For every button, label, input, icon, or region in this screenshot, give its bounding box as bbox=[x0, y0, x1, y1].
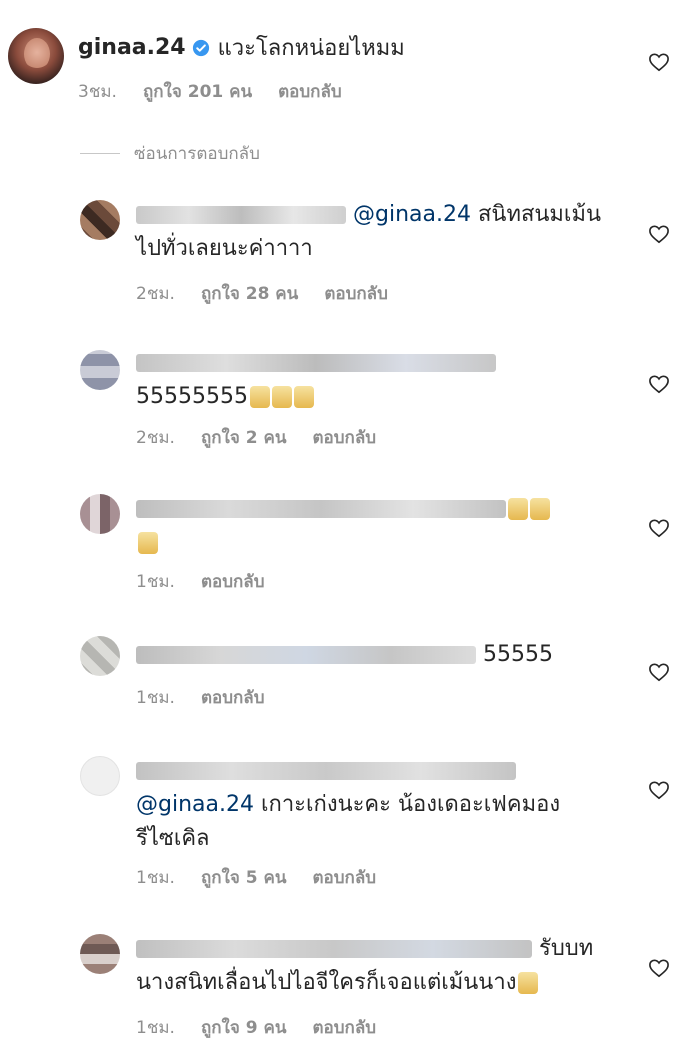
likes-count[interactable]: ถูกใจ 5 คน bbox=[201, 864, 287, 891]
reply-line: 55555555 bbox=[136, 380, 496, 414]
reply-button[interactable]: ตอบกลับ bbox=[324, 280, 388, 307]
likes-count[interactable]: ถูกใจ 2 คน bbox=[201, 424, 287, 451]
timestamp: 1ชม. bbox=[136, 572, 175, 592]
timestamp: 1ชม. bbox=[136, 688, 175, 708]
emoji-icon bbox=[271, 386, 292, 408]
hide-replies-toggle[interactable]: ซ่อนการตอบกลับ bbox=[80, 140, 260, 167]
heart-outline-icon[interactable] bbox=[648, 374, 670, 394]
reply-meta: 2ชม. ถูกใจ 28 คน ตอบกลับ bbox=[136, 280, 414, 307]
comment-meta: 3ชม. ถูกใจ 201 คน ตอบกลับ bbox=[78, 78, 368, 105]
blurred-username bbox=[136, 500, 506, 518]
timestamp: 3ชม. bbox=[78, 82, 117, 102]
reply-content: 55555 bbox=[136, 638, 553, 672]
mention-link[interactable]: @ginaa.24 bbox=[136, 792, 254, 817]
reply-text: 55555 bbox=[483, 642, 553, 667]
verified-badge-icon bbox=[192, 39, 209, 56]
reply-item: 55555 1ชม. ตอบกลับ bbox=[0, 636, 700, 716]
reply-item: @ginaa.24 สนิทสนมเม้น ไปทั่วเลยนะค่าาาา … bbox=[0, 196, 700, 306]
emoji-icon bbox=[508, 498, 528, 520]
avatar[interactable] bbox=[80, 756, 120, 796]
reply-button[interactable]: ตอบกลับ bbox=[312, 864, 376, 891]
reply-text: รับบท bbox=[539, 936, 594, 961]
timestamp: 2ชม. bbox=[136, 284, 175, 304]
reply-meta: 2ชม. ถูกใจ 2 คน ตอบกลับ bbox=[136, 424, 402, 451]
reply-text-line2: นางสนิทเลื่อนไปไอจีใครก็เจอแต่เม้นนาง bbox=[136, 970, 517, 995]
reply-line: รับบท bbox=[136, 932, 593, 966]
reply-text: สนิทสนมเม้น bbox=[477, 202, 601, 227]
reply-content: 55555555 bbox=[136, 346, 496, 414]
blurred-username bbox=[136, 646, 476, 664]
divider bbox=[80, 153, 120, 154]
blurred-username bbox=[136, 762, 516, 780]
reply-line bbox=[136, 492, 550, 526]
reply-meta: 1ชม. ถูกใจ 9 คน ตอบกลับ bbox=[136, 1014, 402, 1041]
likes-count[interactable]: ถูกใจ 201 คน bbox=[143, 78, 252, 105]
blurred-username bbox=[136, 940, 532, 958]
heart-outline-icon[interactable] bbox=[648, 780, 670, 800]
reply-meta: 1ชม. ถูกใจ 5 คน ตอบกลับ bbox=[136, 864, 402, 891]
reply-line bbox=[136, 754, 560, 788]
heart-outline-icon[interactable] bbox=[648, 224, 670, 244]
username[interactable]: ginaa.24 bbox=[78, 35, 186, 60]
likes-count[interactable]: ถูกใจ 28 คน bbox=[201, 280, 298, 307]
reply-content bbox=[136, 492, 550, 560]
blurred-username bbox=[136, 206, 346, 224]
reply-button[interactable]: ตอบกลับ bbox=[201, 568, 265, 595]
reply-text-line3: รีไซเคิล bbox=[136, 826, 210, 851]
reply-line: นางสนิทเลื่อนไปไอจีใครก็เจอแต่เม้นนาง bbox=[136, 966, 593, 1000]
reply-item: 1ชม. ตอบกลับ bbox=[0, 490, 700, 600]
heart-outline-icon[interactable] bbox=[648, 662, 670, 682]
likes-count[interactable]: ถูกใจ 9 คน bbox=[201, 1014, 287, 1041]
emoji-icon bbox=[249, 386, 270, 408]
reply-content: รับบท นางสนิทเลื่อนไปไอจีใครก็เจอแต่เม้น… bbox=[136, 932, 593, 1000]
emoji-icon bbox=[518, 972, 539, 994]
heart-outline-icon[interactable] bbox=[648, 52, 670, 72]
reply-content: @ginaa.24 เกาะเก่งนะคะ น้องเดอะเฟคมอง รี… bbox=[136, 754, 560, 856]
blurred-username bbox=[136, 354, 496, 372]
mention-link[interactable]: @ginaa.24 bbox=[353, 202, 471, 227]
timestamp: 1ชม. bbox=[136, 1018, 175, 1038]
reply-button[interactable]: ตอบกลับ bbox=[312, 1014, 376, 1041]
emoji-icon bbox=[293, 386, 314, 408]
reply-line: @ginaa.24 สนิทสนมเม้น bbox=[136, 198, 601, 232]
emoji-icon bbox=[530, 498, 550, 520]
avatar[interactable] bbox=[80, 200, 120, 240]
reply-meta: 1ชม. ตอบกลับ bbox=[136, 568, 291, 595]
comment-text: แวะโลกหน่อยไหมม bbox=[217, 36, 405, 61]
timestamp: 1ชม. bbox=[136, 868, 175, 888]
emoji-icon bbox=[138, 532, 158, 554]
hide-replies-label: ซ่อนการตอบกลับ bbox=[134, 144, 260, 164]
reply-item: @ginaa.24 เกาะเก่งนะคะ น้องเดอะเฟคมอง รี… bbox=[0, 752, 700, 892]
avatar[interactable] bbox=[80, 494, 120, 534]
avatar[interactable] bbox=[80, 636, 120, 676]
comment-line: ginaa.24 แวะโลกหน่อยไหมม bbox=[78, 30, 405, 65]
reply-text: เกาะเก่งนะคะ น้องเดอะเฟคมอง bbox=[260, 792, 561, 817]
heart-outline-icon[interactable] bbox=[648, 518, 670, 538]
avatar[interactable] bbox=[8, 28, 64, 84]
reply-line: @ginaa.24 เกาะเก่งนะคะ น้องเดอะเฟคมอง bbox=[136, 788, 560, 822]
reply-line: 55555 bbox=[136, 638, 553, 672]
reply-line bbox=[136, 526, 550, 560]
main-comment: ginaa.24 แวะโลกหน่อยไหมม 3ชม. ถูกใจ 201 … bbox=[0, 0, 700, 130]
heart-outline-icon[interactable] bbox=[648, 958, 670, 978]
reply-button[interactable]: ตอบกลับ bbox=[201, 684, 265, 711]
reply-item: รับบท นางสนิทเลื่อนไปไอจีใครก็เจอแต่เม้น… bbox=[0, 930, 700, 1040]
reply-meta: 1ชม. ตอบกลับ bbox=[136, 684, 291, 711]
reply-button[interactable]: ตอบกลับ bbox=[312, 424, 376, 451]
avatar[interactable] bbox=[80, 350, 120, 390]
reply-line bbox=[136, 346, 496, 380]
reply-text: 55555555 bbox=[136, 384, 248, 409]
reply-item: 55555555 2ชม. ถูกใจ 2 คน ตอบกลับ bbox=[0, 346, 700, 456]
reply-text-line2: ไปทั่วเลยนะค่าาาา bbox=[136, 236, 313, 261]
reply-content: @ginaa.24 สนิทสนมเม้น ไปทั่วเลยนะค่าาาา bbox=[136, 198, 601, 266]
avatar[interactable] bbox=[80, 934, 120, 974]
reply-button[interactable]: ตอบกลับ bbox=[278, 78, 342, 105]
timestamp: 2ชม. bbox=[136, 428, 175, 448]
